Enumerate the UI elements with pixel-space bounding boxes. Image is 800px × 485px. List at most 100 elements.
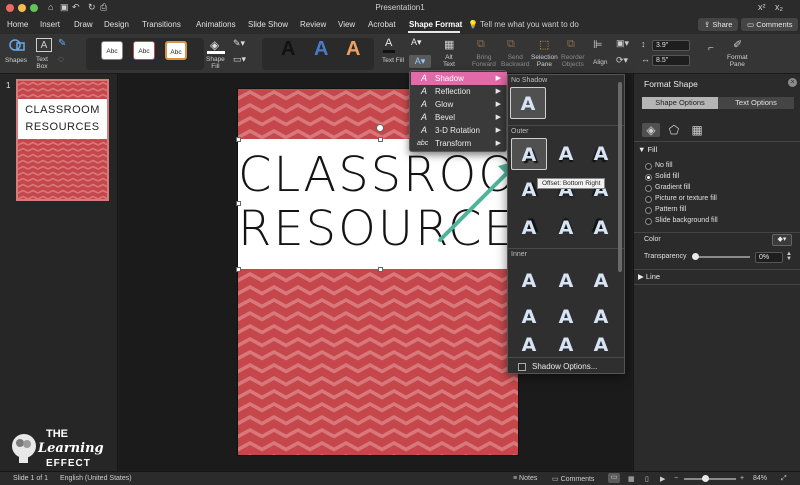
zoom-level[interactable]: 84% [753,475,767,482]
fit-slide-icon[interactable]: ⤢ [781,475,787,483]
shapes-icon[interactable] [8,38,26,52]
radio-picture-fill[interactable] [645,196,652,203]
format-pane-icon[interactable]: ✐ [733,38,742,51]
shape-style-3[interactable]: Abc [165,41,187,60]
shadow-offset-top-left[interactable]: A [583,212,619,244]
menu-item-glow[interactable]: A Glow ▶ [411,98,507,111]
zoom-slider[interactable] [684,478,736,480]
text-box-icon[interactable]: A [36,38,52,52]
close-icon[interactable]: × [788,78,797,87]
notes-button[interactable]: ≡ Notes [513,475,537,482]
gallery-scrollbar[interactable] [618,82,622,272]
shape-fill-icon[interactable]: ◈ [210,38,219,52]
normal-view-icon[interactable]: ▭ [608,473,620,483]
fill-line-icon[interactable]: ◈ [642,123,660,137]
resize-handle-bottom-left[interactable] [236,267,241,272]
radio-slide-background-fill[interactable] [645,218,652,225]
menu-item-reflection[interactable]: A Reflection ▶ [411,85,507,98]
menu-item-bevel[interactable]: A Bevel ▶ [411,111,507,124]
tab-view[interactable]: View [338,20,355,29]
edit-shape-icon[interactable]: ✎ [58,38,66,49]
share-button[interactable]: ⇪ Share [698,18,739,31]
shadow-offset-bottom-left[interactable]: A [583,138,619,170]
zoom-out-icon[interactable]: − [674,475,678,482]
tab-animations[interactable]: Animations [196,20,236,29]
fill-section-header[interactable]: ▼ Fill [638,145,657,154]
wordart-style-orange[interactable]: A [346,38,360,61]
alt-text-icon[interactable]: ▦ [444,38,454,51]
slide-sorter-icon[interactable]: ▦ [628,475,635,483]
reading-view-icon[interactable]: ▯ [645,475,649,483]
transparency-slider-track[interactable] [694,256,750,258]
tab-draw[interactable]: Draw [74,20,93,29]
lock-aspect-icon[interactable]: ⌐ [708,43,714,54]
radio-gradient-fill[interactable] [645,185,652,192]
effects-icon[interactable]: ⬠ [665,123,683,137]
text-fill-icon[interactable]: A [385,37,392,49]
transparency-stepper-icon[interactable]: ▲ ▼ [786,251,792,262]
radio-no-fill[interactable] [645,163,652,170]
tab-acrobat[interactable]: Acrobat [368,20,396,29]
shadow-offset-top-right[interactable]: A [511,212,547,244]
shape-style-1[interactable]: Abc [101,41,123,60]
shadow-offset-bottom[interactable]: A [548,138,584,170]
wordart-style-black[interactable]: A [281,38,295,61]
group-objects-icon[interactable]: ▣▾ [616,38,629,49]
edit-points-icon[interactable]: ◌ [58,54,64,65]
menu-item-shadow[interactable]: A Shadow ▶ [411,72,507,85]
shape-effects-icon[interactable]: ▭▾ [233,54,246,65]
zoom-slider-thumb[interactable] [702,475,709,482]
resize-handle-middle-left[interactable] [236,201,241,206]
wordart-style-blue[interactable]: A [314,38,328,61]
reorder-objects-icon[interactable]: ⧉ [567,38,575,51]
shape-width-field[interactable]: 8.5" [652,55,690,66]
selection-pane-icon[interactable]: ⬚ [539,38,549,51]
inner-shadow-top[interactable]: A [548,265,584,297]
resize-handle-bottom-middle[interactable] [378,267,383,272]
tab-slide-show[interactable]: Slide Show [248,20,288,29]
line-section-header[interactable]: ▶ Line [638,272,660,281]
zoom-in-icon[interactable]: + [740,475,744,482]
inner-shadow-top-right[interactable]: A [583,265,619,297]
comments-status-button[interactable]: ▭ Comments [552,475,594,483]
tab-design[interactable]: Design [104,20,129,29]
tab-shape-format[interactable]: Shape Format [409,20,462,29]
bring-forward-icon[interactable]: ⧉ [477,38,485,51]
tab-transitions[interactable]: Transitions [142,20,181,29]
no-shadow-option[interactable]: A [510,87,546,119]
radio-solid-fill[interactable] [645,174,652,181]
text-outline-icon[interactable]: A▾ [411,37,422,48]
align-icon[interactable]: ⊫ [593,38,603,51]
tab-insert[interactable]: Insert [40,20,60,29]
tell-me-search[interactable]: 💡 Tell me what you want to do [468,20,579,29]
tab-text-options[interactable]: Text Options [718,97,794,109]
tab-shape-options[interactable]: Shape Options [642,97,718,109]
slide-thumbnail[interactable]: CLASSROOM RESOURCES [16,79,109,201]
tab-home[interactable]: Home [7,20,28,29]
menu-item-3d-rotation[interactable]: A 3-D Rotation ▶ [411,124,507,137]
superscript-icon[interactable]: x² [758,2,766,12]
size-properties-icon[interactable]: ▦ [688,123,706,137]
subscript-icon[interactable]: x₂ [775,2,783,12]
shape-outline-icon[interactable]: ✎▾ [233,38,245,49]
tab-review[interactable]: Review [300,20,326,29]
slideshow-icon[interactable]: ▶ [660,475,665,483]
send-backward-icon[interactable]: ⧉ [507,38,515,51]
comments-button[interactable]: ▭ Comments [741,18,799,31]
transparency-field[interactable]: 0% [755,252,783,263]
slide-title-textbox[interactable]: CLASSROOM RESOURCES [238,139,559,269]
transparency-slider-thumb[interactable] [692,253,699,260]
color-picker-button[interactable]: ◆▾ [772,234,792,246]
language-status[interactable]: English (United States) [60,475,132,482]
rotate-handle-icon[interactable] [376,124,384,132]
text-effects-button[interactable]: A▾ [409,55,431,68]
shadow-offset-bottom-right[interactable]: A [511,138,547,170]
shadow-offset-top[interactable]: A [548,212,584,244]
resize-handle-top-left[interactable] [236,137,241,142]
shadow-options-item[interactable]: Shadow Options... [508,357,624,375]
rotate-icon[interactable]: ⟳▾ [616,55,628,66]
radio-pattern-fill[interactable] [645,207,652,214]
inner-shadow-top-left[interactable]: A [511,265,547,297]
shape-height-field[interactable]: 3.9" [652,40,690,51]
shape-style-2[interactable]: Abc [133,41,155,60]
